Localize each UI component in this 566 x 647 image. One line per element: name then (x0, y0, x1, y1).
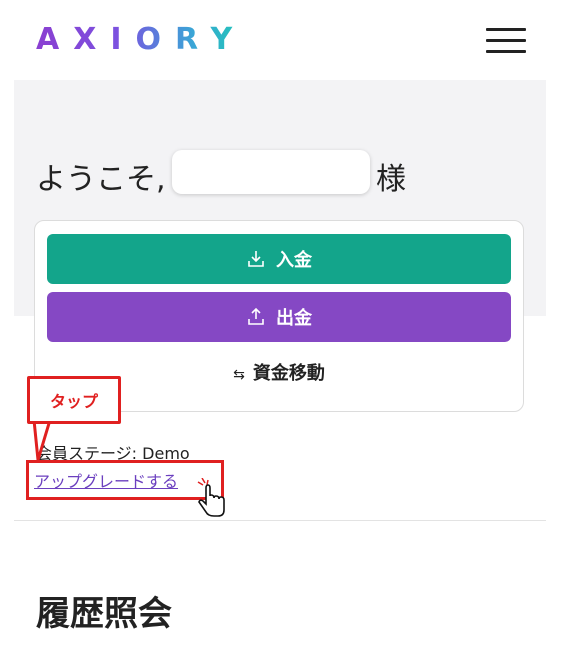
transfer-arrows-icon: ⇆ (233, 367, 245, 383)
hand-pointer-icon (197, 478, 225, 517)
section-divider (14, 520, 546, 521)
withdraw-label: 出金 (276, 308, 312, 329)
user-name-field (172, 150, 370, 194)
top-header: AXIORY (14, 0, 546, 81)
transfer-label: 資金移動 (252, 363, 325, 384)
honorific-suffix: 様 (376, 162, 406, 197)
deposit-label: 入金 (276, 250, 312, 271)
axiory-logo[interactable]: AXIORY (36, 22, 246, 57)
deposit-button[interactable]: 入金 (47, 234, 511, 284)
tap-highlight-box (26, 460, 224, 500)
history-section-title: 履歴照会 (36, 594, 172, 634)
withdraw-button[interactable]: 出金 (47, 292, 511, 342)
callout-pointer (32, 420, 52, 461)
tap-callout: タップ (27, 376, 121, 424)
download-icon (248, 251, 264, 267)
upload-icon (248, 307, 264, 325)
welcome-greeting: ようこそ, (36, 162, 166, 197)
hamburger-menu-icon[interactable] (486, 28, 526, 54)
